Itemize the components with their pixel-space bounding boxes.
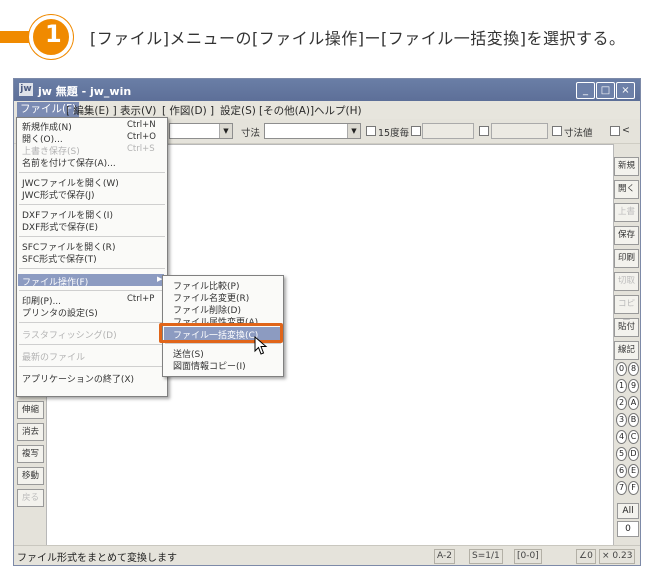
dimension-label: 寸法: [241, 128, 261, 139]
layer-2-button[interactable]: 2: [616, 396, 627, 410]
menu-other[interactable]: [その他(A)]: [259, 103, 314, 118]
checkbox-2[interactable]: [411, 126, 421, 136]
checkbox-3[interactable]: [479, 126, 489, 136]
left-toolbar: 複線 伸縮 消去 複写 移動 戻る: [17, 379, 44, 511]
menu-view[interactable]: 表示(V): [120, 103, 156, 118]
status-paper[interactable]: A-2: [434, 549, 455, 564]
menu-settings[interactable]: 設定(S): [220, 103, 256, 118]
menu-edit[interactable]: [ 編集(E) ]: [66, 103, 117, 118]
shortcut-overwrite: Ctrl+S: [127, 144, 155, 154]
layer-e-button[interactable]: E: [628, 464, 639, 478]
submenu-item-copy-info[interactable]: 図面情報コピー(I): [173, 359, 246, 372]
tool-stretch[interactable]: 伸縮: [17, 401, 44, 419]
layer-1-button[interactable]: 1: [616, 379, 627, 393]
tool-undo[interactable]: 戻る: [17, 489, 44, 507]
layer-6-button[interactable]: 6: [616, 464, 627, 478]
status-scale[interactable]: S=1/1: [469, 549, 503, 564]
layer-c-button[interactable]: C: [628, 430, 639, 444]
menu-item-raster[interactable]: ラスタフィッシング(D): [22, 328, 117, 341]
menu-separator: [19, 290, 165, 292]
menu-draw[interactable]: [ 作図(D) ]: [162, 103, 214, 118]
layer-d-button[interactable]: D: [628, 447, 639, 461]
layer-4-button[interactable]: 4: [616, 430, 627, 444]
tool-overwrite[interactable]: 上書: [614, 203, 639, 222]
menu-separator: [19, 268, 165, 270]
field-3[interactable]: [491, 123, 548, 139]
tool-erase[interactable]: 消去: [17, 423, 44, 441]
tool-open[interactable]: 開く: [614, 180, 639, 199]
layer-3-button[interactable]: 3: [616, 413, 627, 427]
dimension-combo[interactable]: ▼: [264, 123, 361, 139]
tool-new[interactable]: 新規: [614, 157, 639, 176]
app-icon: jw: [19, 83, 33, 96]
layer-all-button[interactable]: All: [617, 503, 639, 519]
layer-0-button[interactable]: 0: [616, 362, 627, 376]
menu-item-save-dxf[interactable]: DXF形式で保存(E): [22, 220, 98, 233]
minimize-button[interactable]: _: [576, 82, 595, 99]
menu-separator: [19, 344, 165, 346]
shortcut-print: Ctrl+P: [127, 294, 155, 304]
layer-grid: 08 19 2A 3B 4C 5D 6E 7F: [616, 362, 640, 498]
status-factor[interactable]: × 0.23: [599, 549, 636, 564]
tool-paste[interactable]: 貼付: [614, 318, 639, 337]
tool-copy-right[interactable]: コピー: [614, 295, 639, 326]
menu-separator: [19, 322, 165, 324]
deg15-label: 15度毎: [378, 128, 410, 139]
layer-5-button[interactable]: 5: [616, 447, 627, 461]
shortcut-new: Ctrl+N: [127, 120, 156, 130]
tool-copy[interactable]: 複写: [17, 445, 44, 463]
step-number: 1: [45, 20, 62, 48]
step-bar: [0, 31, 30, 43]
layer-a-button[interactable]: A: [628, 396, 639, 410]
title-bar: jw jw 無題 - jw_win _ □ ×: [14, 79, 640, 101]
status-layer[interactable]: [0-0]: [514, 549, 542, 564]
menu-item-save-jwc[interactable]: JWC形式で保存(J): [22, 188, 95, 201]
layer-f-button[interactable]: F: [628, 481, 639, 495]
file-menu: 新規作成(N) Ctrl+N 開く(O)... Ctrl+O 上書き保存(S) …: [16, 117, 168, 397]
step-header: 1 [ファイル]メニューの[ファイル操作]ー[ファイル一括変換]を選択する。: [0, 0, 657, 75]
menu-help[interactable]: ヘルプ(H): [314, 103, 362, 118]
arrow-label: <: [622, 125, 630, 136]
menu-item-file-operations[interactable]: ファイル操作(F): [22, 275, 88, 288]
deg15-checkbox[interactable]: [366, 126, 376, 136]
right-toolbar: 新規 開く 上書 保存 印刷 切取 コピー 貼付 線記: [614, 157, 640, 364]
window-title: jw 無題 - jw_win: [38, 85, 132, 98]
tool-save[interactable]: 保存: [614, 226, 639, 245]
status-message: ファイル形式をまとめて変換します: [17, 553, 177, 564]
step-instruction: [ファイル]メニューの[ファイル操作]ー[ファイル一括変換]を選択する。: [90, 29, 626, 48]
menu-separator: [19, 236, 165, 238]
dim-value-checkbox[interactable]: [552, 126, 562, 136]
menu-separator: [19, 172, 165, 174]
tool-move[interactable]: 移動: [17, 467, 44, 485]
status-bar: ファイル形式をまとめて変換します A-2 S=1/1 [0-0] ∠0 × 0.…: [14, 545, 640, 565]
menu-item-recent[interactable]: 最新のファイル: [22, 350, 85, 363]
dim-value-label: 寸法値: [564, 128, 593, 139]
tool-line-note[interactable]: 線記: [614, 341, 639, 360]
layer-8-button[interactable]: 8: [628, 362, 639, 376]
menu-item-save-as[interactable]: 名前を付けて保存(A)...: [22, 156, 116, 169]
shortcut-open: Ctrl+O: [127, 132, 156, 142]
layer-9-button[interactable]: 9: [628, 379, 639, 393]
menu-item-save-sfc[interactable]: SFC形式で保存(T): [22, 252, 97, 265]
chevron-down-icon: ▼: [219, 124, 232, 138]
app-window: jw jw 無題 - jw_win _ □ × ファイル(F) [ 編集(E) …: [13, 78, 641, 566]
maximize-button[interactable]: □: [596, 82, 615, 99]
line-type-combo[interactable]: ▼: [169, 123, 233, 139]
status-angle[interactable]: ∠0: [576, 549, 596, 564]
checkbox-5[interactable]: [610, 126, 620, 136]
menu-separator: [19, 366, 165, 368]
chevron-down-icon: ▼: [347, 124, 360, 138]
tool-cut[interactable]: 切取: [614, 272, 639, 291]
tool-print[interactable]: 印刷: [614, 249, 639, 268]
menu-item-printer-settings[interactable]: プリンタの設定(S): [22, 306, 98, 319]
menu-separator: [19, 204, 165, 206]
field-2[interactable]: [422, 123, 474, 139]
close-button[interactable]: ×: [616, 82, 635, 99]
layer-b-button[interactable]: B: [628, 413, 639, 427]
mouse-cursor-icon: [254, 336, 268, 355]
layer-7-button[interactable]: 7: [616, 481, 627, 495]
layer-zero-button[interactable]: 0: [617, 521, 639, 537]
menu-item-exit[interactable]: アプリケーションの終了(X): [22, 372, 134, 385]
